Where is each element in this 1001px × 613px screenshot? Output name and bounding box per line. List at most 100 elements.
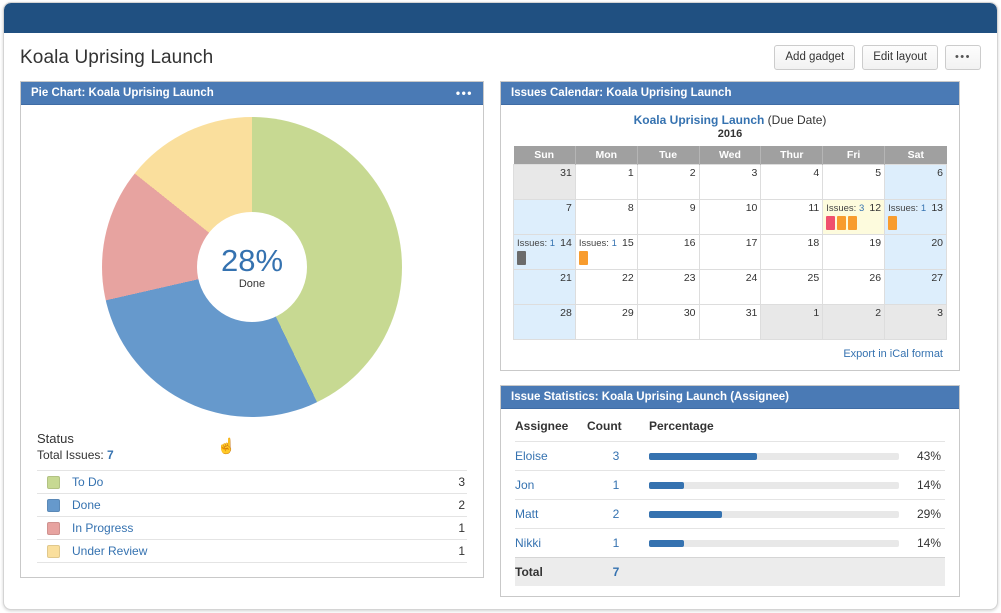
calendar-day-cell[interactable]: 23 [637, 270, 699, 305]
calendar-day-cell[interactable]: 3 [699, 165, 761, 200]
calendar-issue-badge[interactable] [888, 216, 897, 230]
statistics-assignee-name[interactable]: Jon [515, 471, 587, 500]
legend-row[interactable]: Under Review1 [37, 539, 467, 563]
add-gadget-button[interactable]: Add gadget [774, 45, 855, 70]
calendar-day-cell[interactable]: 2 [637, 165, 699, 200]
calendar-issue-badge[interactable] [517, 251, 526, 265]
calendar-day-cell[interactable]: 1 [575, 165, 637, 200]
percentage-bar-fill [649, 453, 757, 460]
calendar-day-cell[interactable]: 6 [885, 165, 947, 200]
calendar-day-cell[interactable]: 3 [885, 305, 947, 340]
calendar-day-number: 1 [628, 167, 634, 179]
calendar-day-cell[interactable]: 22 [575, 270, 637, 305]
app-top-navigation-bar [4, 3, 997, 33]
calendar-day-cell[interactable]: 19 [823, 235, 885, 270]
edit-layout-button[interactable]: Edit layout [862, 45, 938, 70]
legend-status-name[interactable]: In Progress [72, 521, 458, 535]
donut-center-label: Done [239, 278, 265, 290]
calendar-day-cell[interactable]: Issues: 113 [885, 200, 947, 235]
calendar-issue-badge[interactable] [826, 216, 835, 230]
statistics-percentage-bar-cell [649, 500, 903, 529]
donut-chart[interactable]: 28% Done [102, 117, 402, 417]
calendar-day-number: 19 [869, 237, 881, 249]
legend-row[interactable]: To Do3 [37, 470, 467, 493]
calendar-day-cell[interactable]: 28 [514, 305, 576, 340]
calendar-issue-badge[interactable] [837, 216, 846, 230]
legend-title: Status [37, 431, 467, 446]
calendar-issue-badge[interactable] [848, 216, 857, 230]
statistics-assignee-name[interactable]: Matt [515, 500, 587, 529]
statistics-issue-count[interactable]: 1 [587, 471, 649, 500]
calendar-day-cell[interactable]: 5 [823, 165, 885, 200]
pie-chart-gadget-menu-icon[interactable]: ••• [456, 86, 473, 100]
calendar-day-cell[interactable]: 2 [823, 305, 885, 340]
calendar-day-cell[interactable]: 25 [761, 270, 823, 305]
calendar-day-number: 26 [869, 272, 881, 284]
legend-status-name[interactable]: Done [72, 498, 458, 512]
issue-statistics-gadget: Issue Statistics: Koala Uprising Launch … [500, 385, 960, 597]
calendar-weekday-header: Mon [575, 146, 637, 165]
calendar-day-cell[interactable]: Issues: 115 [575, 235, 637, 270]
calendar-day-cell[interactable]: 20 [885, 235, 947, 270]
calendar-day-cell[interactable]: 1 [761, 305, 823, 340]
calendar-day-number: 21 [560, 272, 572, 284]
calendar-day-number: 7 [566, 202, 572, 214]
calendar-day-rows: 311234567891011Issues: 312Issues: 113Iss… [514, 165, 947, 340]
statistics-issue-count[interactable]: 2 [587, 500, 649, 529]
calendar-issue-badge[interactable] [579, 251, 588, 265]
calendar-weekday-header-row: SunMonTueWedThurFriSat [514, 146, 947, 165]
calendar-day-cell[interactable]: 7 [514, 200, 576, 235]
calendar-issue-count-label: Issues: 1 [888, 203, 926, 214]
legend-total-issues: Total Issues: 7 [37, 448, 467, 462]
calendar-day-cell[interactable]: 31 [699, 305, 761, 340]
calendar-day-cell[interactable]: 4 [761, 165, 823, 200]
calendar-export-row: Export in iCal format [513, 340, 947, 362]
calendar-day-cell[interactable]: Issues: 114 [514, 235, 576, 270]
statistics-percentage-value: 14% [903, 529, 945, 558]
more-options-button[interactable]: ••• [945, 45, 981, 70]
calendar-day-cell[interactable]: 17 [699, 235, 761, 270]
statistics-row: Nikki1 14% [515, 529, 945, 558]
calendar-day-cell[interactable]: 10 [699, 200, 761, 235]
percentage-bar-track [649, 540, 899, 547]
statistics-rows: Eloise343%Jon114%Matt229%Nikki114%Total7 [515, 442, 945, 587]
pie-chart-gadget-body: 28% Done ☝ Status Total Issues: 7 To Do3… [21, 105, 483, 577]
calendar-day-number: 23 [684, 272, 696, 284]
percentage-bar-track [649, 453, 899, 460]
statistics-assignee-name[interactable]: Eloise [515, 442, 587, 471]
calendar-day-cell[interactable]: 9 [637, 200, 699, 235]
calendar-weekday-header: Thur [761, 146, 823, 165]
statistics-column-header: Assignee [515, 411, 587, 442]
issue-statistics-table: AssigneeCountPercentage Eloise343%Jon114… [515, 411, 945, 586]
export-ical-link[interactable]: Export in iCal format [843, 348, 943, 360]
legend-status-name[interactable]: To Do [72, 475, 458, 489]
calendar-day-cell[interactable]: 31 [514, 165, 576, 200]
calendar-day-cell[interactable]: 11 [761, 200, 823, 235]
calendar-day-cell[interactable]: 16 [637, 235, 699, 270]
calendar-day-cell[interactable]: 21 [514, 270, 576, 305]
calendar-day-cell[interactable]: 18 [761, 235, 823, 270]
legend-row[interactable]: In Progress1 [37, 516, 467, 539]
legend-status-name[interactable]: Under Review [72, 544, 458, 558]
calendar-day-number: 2 [690, 167, 696, 179]
calendar-day-cell[interactable]: Issues: 312 [823, 200, 885, 235]
calendar-day-number: 29 [622, 307, 634, 319]
legend-status-count: 3 [458, 475, 465, 489]
statistics-assignee-name[interactable]: Nikki [515, 529, 587, 558]
calendar-day-cell[interactable]: 8 [575, 200, 637, 235]
calendar-day-cell[interactable]: 29 [575, 305, 637, 340]
calendar-project-link[interactable]: Koala Uprising Launch [634, 113, 765, 127]
calendar-day-number: 27 [931, 272, 943, 284]
statistics-percentage-value: 14% [903, 471, 945, 500]
calendar-day-cell[interactable]: 27 [885, 270, 947, 305]
statistics-percentage-bar-cell [649, 471, 903, 500]
calendar-day-cell[interactable]: 26 [823, 270, 885, 305]
statistics-header-row: AssigneeCountPercentage [515, 411, 945, 442]
legend-row[interactable]: Done2 [37, 493, 467, 516]
calendar-day-number: 22 [622, 272, 634, 284]
calendar-day-cell[interactable]: 24 [699, 270, 761, 305]
calendar-day-number: 24 [746, 272, 758, 284]
statistics-issue-count[interactable]: 3 [587, 442, 649, 471]
statistics-issue-count[interactable]: 1 [587, 529, 649, 558]
calendar-day-cell[interactable]: 30 [637, 305, 699, 340]
